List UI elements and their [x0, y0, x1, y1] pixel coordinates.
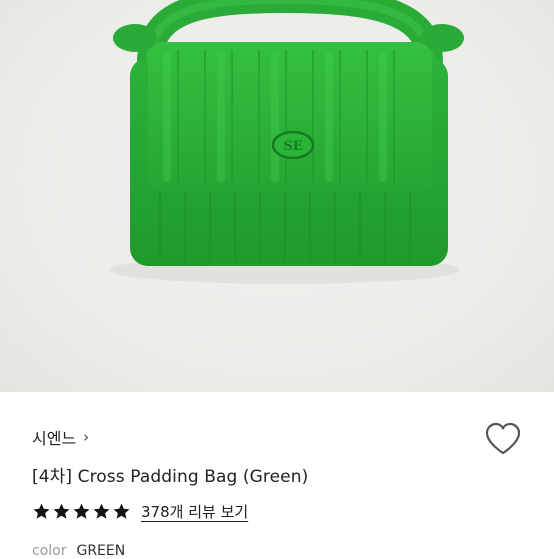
color-label: color: [32, 543, 67, 559]
product-title: [4차] Cross Padding Bag (Green): [32, 467, 309, 487]
product-image[interactable]: SE: [0, 0, 554, 392]
bag-illustration: SE: [110, 0, 464, 284]
star-icon: [113, 503, 130, 519]
brand-logo-text: SE: [283, 139, 302, 154]
rating-row: 378개 리뷰 보기: [32, 501, 248, 522]
star-icon: [73, 503, 90, 519]
reviews-link[interactable]: 378개 리뷰 보기: [141, 501, 248, 522]
heart-icon[interactable]: [484, 422, 524, 458]
star-rating: [32, 502, 131, 521]
star-icon: [93, 503, 110, 519]
product-info: 시엔느 › [4차] Cross Padding Bag (Green) 378…: [0, 392, 554, 559]
color-row: color GREEN: [32, 543, 125, 559]
brand-link[interactable]: 시엔느 ›: [32, 425, 89, 449]
star-icon: [53, 503, 70, 519]
brand-name: 시엔느: [32, 429, 77, 448]
chevron-right-icon: ›: [83, 428, 90, 446]
star-icon: [33, 503, 50, 519]
color-value: GREEN: [76, 543, 126, 559]
